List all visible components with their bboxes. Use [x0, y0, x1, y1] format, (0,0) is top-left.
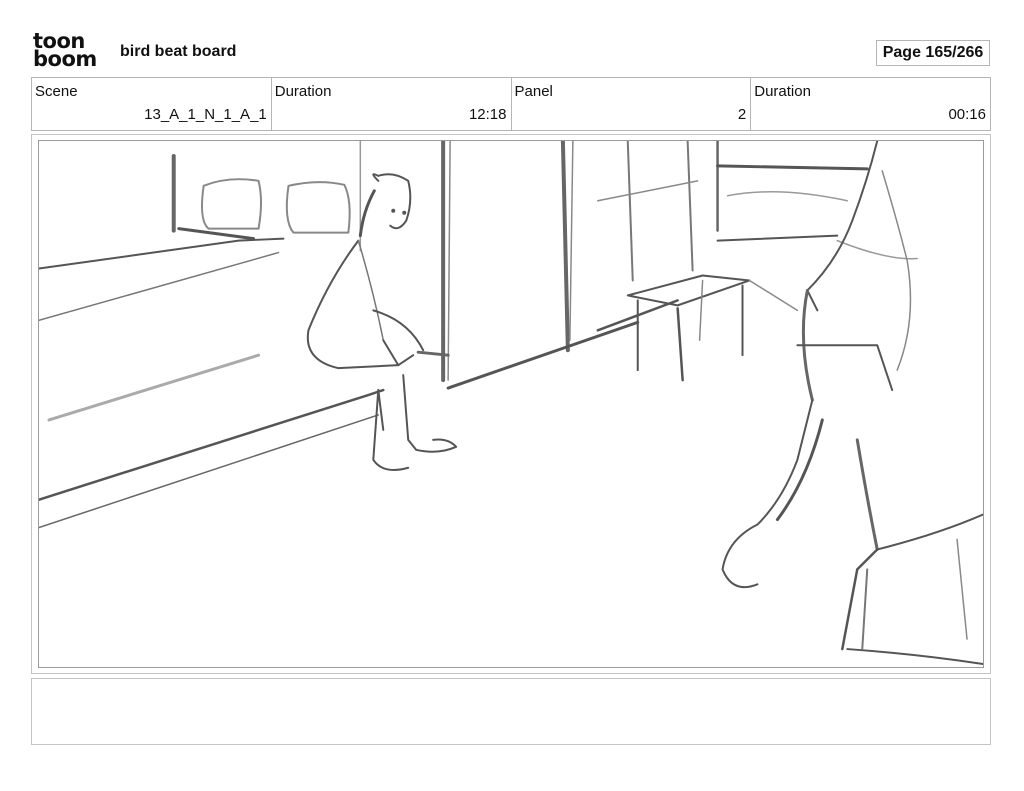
scene-value: 13_A_1_N_1_A_1 — [144, 106, 267, 123]
panel-image — [38, 140, 984, 668]
notes-box — [31, 678, 991, 745]
toonboom-logo: toon boom — [33, 31, 107, 72]
panel-frame — [31, 134, 991, 674]
panel-duration-value: 00:16 — [948, 106, 986, 123]
panel-label: Panel — [514, 83, 553, 100]
logo-line-2: boom — [33, 47, 97, 71]
page-indicator: Page 165/266 — [876, 40, 990, 66]
scene-duration-value: 12:18 — [468, 106, 507, 123]
panel-duration-label: Duration — [754, 83, 811, 100]
scene-duration-cell: Duration 12:18 — [272, 78, 512, 130]
scene-cell: Scene 13_A_1_N_1_A_1 — [32, 78, 272, 130]
sketch-drawing — [39, 141, 983, 666]
scene-label: Scene — [35, 83, 78, 100]
info-table: Scene 13_A_1_N_1_A_1 Duration 12:18 Pane… — [31, 77, 991, 131]
panel-cell: Panel 2 — [512, 78, 752, 130]
panel-duration-cell: Duration 00:16 — [751, 78, 990, 130]
panel-value: 2 — [737, 106, 747, 123]
project-title: bird beat board — [120, 43, 237, 60]
scene-duration-label: Duration — [274, 83, 332, 100]
